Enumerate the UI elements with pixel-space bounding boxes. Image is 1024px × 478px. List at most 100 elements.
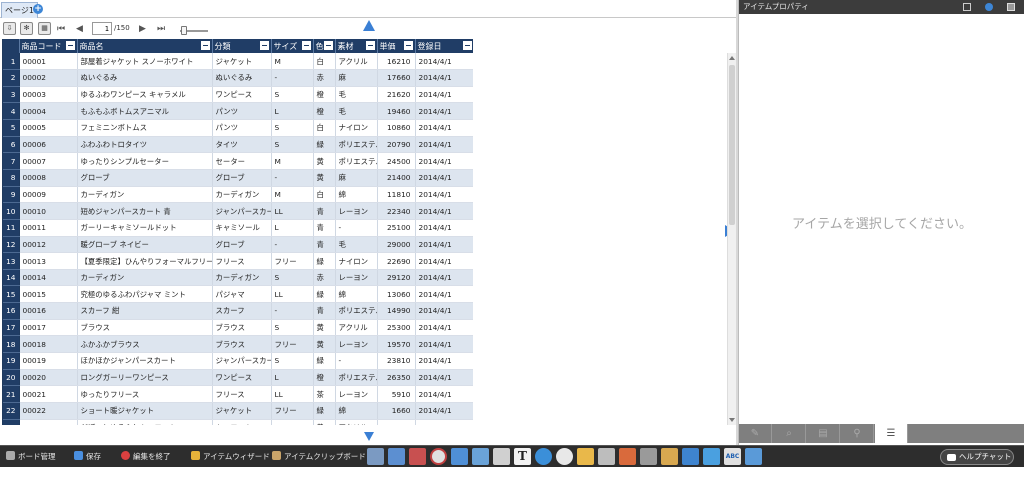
table-cell[interactable]: 1660 — [377, 402, 416, 420]
table-cell[interactable]: 茶 — [313, 385, 336, 403]
table-cell[interactable]: 毛 — [335, 86, 378, 104]
table-cell[interactable]: ジャケット — [212, 53, 272, 71]
shapes-icon[interactable] — [619, 448, 636, 465]
table-cell[interactable]: 2014/4/1 — [415, 102, 473, 121]
table-cell[interactable]: 緑 — [313, 402, 336, 420]
table-cell[interactable]: ぬいぐるみ — [212, 69, 272, 87]
table-cell[interactable]: 5910 — [377, 385, 416, 403]
table-cell[interactable]: カーディガン — [77, 186, 213, 204]
table-row[interactable]: 4 00004 もふもふボトムスアニマル パンツ L 橙毛 19460 2014/4/1 — [3, 102, 473, 121]
column-menu-icon[interactable] — [403, 41, 413, 50]
table-cell[interactable]: 黄 — [313, 152, 336, 170]
table-cell[interactable]: ジャンパースカート — [212, 202, 272, 220]
table-cell[interactable]: 2014/4/1 — [415, 419, 473, 425]
table-cell[interactable]: 00015 — [19, 285, 78, 304]
table-cell[interactable]: LL — [271, 285, 314, 304]
table-cell[interactable]: L — [271, 102, 314, 121]
table-cell[interactable]: グローブ — [212, 169, 272, 187]
table-cell[interactable]: 00018 — [19, 335, 78, 354]
table-cell[interactable]: 21620 — [377, 86, 416, 104]
column-menu-icon[interactable] — [323, 41, 333, 50]
folder-icon[interactable] — [577, 448, 594, 465]
table-cell[interactable]: スカーフ 紺 — [77, 302, 213, 320]
table-cell[interactable]: 22690 — [377, 252, 416, 270]
table-cell[interactable]: ポリエステル — [335, 302, 378, 320]
table-view-icon[interactable]: ▦ — [38, 22, 51, 35]
table-cell[interactable]: 2014/4/1 — [415, 219, 473, 237]
table-cell[interactable]: パンツ — [212, 102, 272, 121]
table-cell[interactable]: 2014/4/1 — [415, 385, 473, 403]
table-cell[interactable]: ほかほかジャンパースカート — [77, 352, 213, 370]
table-item-icon[interactable] — [367, 448, 384, 465]
table-cell[interactable]: 00017 — [19, 319, 78, 337]
table-cell[interactable]: - — [271, 236, 314, 254]
table-cell[interactable]: 暖グローブ ネイビー — [77, 236, 213, 254]
table-cell[interactable]: 2014/4/1 — [415, 236, 473, 254]
table-row[interactable]: 5 00005 フェミニンボトムス パンツ S 白ナイロン 10860 2014/4/1 — [3, 119, 473, 137]
table-cell[interactable]: 23810 — [377, 352, 416, 370]
scroll-down-arrow-icon[interactable] — [729, 418, 735, 422]
table-cell[interactable]: S — [271, 419, 314, 425]
puzzle-icon[interactable] — [745, 448, 762, 465]
table-cell[interactable]: 部屋着ジャケット スノーホワイト — [77, 53, 213, 71]
table-cell[interactable]: ワンピース — [212, 369, 272, 387]
minimize-icon[interactable] — [963, 3, 971, 11]
table-cell[interactable]: 毛 — [335, 102, 378, 121]
table-cell[interactable]: フリース — [212, 385, 272, 403]
table-cell[interactable]: 00007 — [19, 152, 78, 170]
table-cell[interactable]: - — [271, 302, 314, 320]
table-cell[interactable]: レーヨン — [335, 202, 378, 220]
table-cell[interactable]: カーディガン — [212, 186, 272, 204]
table-cell[interactable]: 10860 — [377, 119, 416, 137]
table-cell[interactable]: パジャマ — [212, 285, 272, 304]
table-cell[interactable]: 白 — [313, 119, 336, 137]
table-cell[interactable]: 黄 — [313, 335, 336, 354]
table-cell[interactable]: 00023 — [19, 419, 78, 425]
table-cell[interactable]: 00010 — [19, 202, 78, 220]
column-menu-icon[interactable] — [301, 41, 311, 50]
column-header[interactable]: 商品名 — [77, 39, 213, 53]
table-cell[interactable]: ふかふかブラウス — [77, 335, 213, 354]
table-cell[interactable]: 青 — [313, 219, 336, 237]
zoom-slider-thumb[interactable] — [181, 26, 187, 35]
table-cell[interactable]: だぼっとゆるふわキュロット — [77, 419, 213, 425]
table-cell[interactable]: 00019 — [19, 352, 78, 370]
table-row[interactable]: 1000010短めジャンパースカート 青ジャンパースカートLL青レーヨン2234… — [3, 202, 473, 220]
table-cell[interactable]: 2014/4/1 — [415, 53, 473, 71]
export-icon[interactable]: ⇩ — [3, 22, 16, 35]
table-cell[interactable]: 2014/4/1 — [415, 186, 473, 204]
column-header[interactable]: サイズ — [271, 39, 314, 53]
vertical-scrollbar[interactable] — [727, 53, 736, 425]
first-page-button[interactable]: ⏮ — [57, 23, 65, 35]
table-cell[interactable]: - — [335, 219, 378, 237]
table-cell[interactable]: 2014/4/1 — [415, 202, 473, 220]
table-cell[interactable]: 白 — [313, 186, 336, 204]
table-cell[interactable]: 00004 — [19, 102, 78, 121]
table-cell[interactable]: 19460 — [377, 102, 416, 121]
table-cell[interactable]: 00001 — [19, 53, 78, 71]
table-cell[interactable]: 00006 — [19, 136, 78, 154]
table-cell[interactable]: 2014/4/1 — [415, 69, 473, 87]
table-cell[interactable]: S — [271, 269, 314, 287]
clock-icon[interactable] — [430, 448, 447, 465]
column-menu-icon[interactable] — [259, 41, 269, 50]
help-chat-button[interactable]: ヘルプチャット ✕ — [940, 449, 1014, 475]
table-cell[interactable]: 2014/4/1 — [415, 302, 473, 320]
table-cell[interactable]: 00005 — [19, 119, 78, 137]
table-row[interactable]: 2000020ロングガーリーワンピースワンピースL橙ポリエステル26350201… — [3, 369, 473, 387]
table-cell[interactable]: 2014/4/1 — [415, 136, 473, 154]
table-cell[interactable]: ゆったりシンプルセーター — [77, 152, 213, 170]
table-cell[interactable]: L — [271, 369, 314, 387]
table-cell[interactable]: 2014/4/1 — [415, 285, 473, 304]
scrollbar-thumb[interactable] — [729, 65, 735, 225]
table-row[interactable]: 600006ふわふわトロタイツタイツS緑ポリエステル207902014/4/1 — [3, 136, 473, 154]
table-cell[interactable]: 21400 — [377, 169, 416, 187]
table-cell[interactable]: ポリエステル — [335, 152, 378, 170]
table-row[interactable]: 2300023だぼっとゆるふわキュロットキュロットS黄アクリル251802014… — [3, 419, 473, 425]
speech-bubble-icon[interactable] — [556, 448, 573, 465]
table-cell[interactable]: アクリル — [335, 53, 378, 71]
table-cell[interactable]: ポリエステル — [335, 136, 378, 154]
table-cell[interactable]: フェミニンボトムス — [77, 119, 213, 137]
table-cell[interactable]: レーヨン — [335, 335, 378, 354]
layers-icon[interactable]: ▤ — [807, 424, 840, 443]
